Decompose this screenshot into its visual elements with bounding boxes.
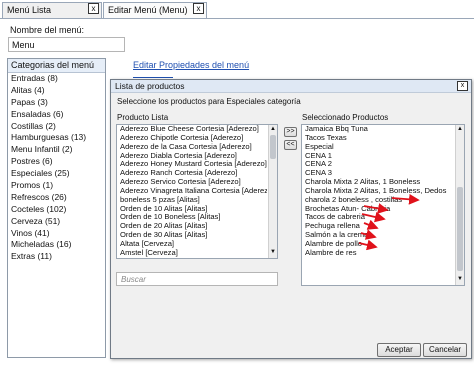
- category-item[interactable]: Ensaladas (6): [8, 109, 105, 121]
- menu-name-label: Nombre del menú:: [10, 25, 85, 35]
- tab-editar-menu-close-icon[interactable]: x: [193, 3, 204, 14]
- category-item[interactable]: Especiales (25): [8, 168, 105, 180]
- tab-menu-lista-close-icon[interactable]: x: [88, 3, 99, 14]
- tab-editar-menu-label: Editar Menú (Menu): [108, 5, 188, 15]
- cancel-button[interactable]: Cancelar: [423, 343, 467, 357]
- category-item[interactable]: Postres (6): [8, 156, 105, 168]
- obscured-link-fragment: [133, 72, 173, 78]
- tab-divider: [0, 18, 474, 19]
- category-item[interactable]: Menu Infantil (2): [8, 144, 105, 156]
- category-item[interactable]: Entradas (8): [8, 73, 105, 85]
- edit-properties-link[interactable]: Editar Propiedades del menú: [133, 60, 249, 70]
- category-item[interactable]: Alitas (4): [8, 85, 105, 97]
- category-item[interactable]: Refrescos (26): [8, 192, 105, 204]
- category-item[interactable]: Vinos (41): [8, 228, 105, 240]
- tab-menu-lista-label: Menú Lista: [7, 5, 52, 15]
- category-item[interactable]: Promos (1): [8, 180, 105, 192]
- tab-editar-menu[interactable]: Editar Menú (Menu): [103, 2, 207, 18]
- product-list-dialog: Lista de productos x Seleccione los prod…: [110, 79, 472, 359]
- category-item[interactable]: Papas (3): [8, 97, 105, 109]
- categories-list: Categorias del menú Entradas (8) Alitas (…: [7, 58, 106, 358]
- arrow-pechuga: [361, 211, 386, 223]
- category-item[interactable]: Cocteles (102): [8, 204, 105, 216]
- categories-items: Entradas (8) Alitas (4) Papas (3) Ensaladas…: [8, 73, 105, 263]
- arrow-tacos-cabreria: [363, 203, 389, 214]
- category-item[interactable]: Hamburguesas (13): [8, 132, 105, 144]
- categories-header: Categorias del menú: [8, 59, 105, 73]
- arrow-alambre-pollo: [360, 229, 377, 240]
- accept-button[interactable]: Aceptar: [377, 343, 421, 357]
- arrow-alambre-res: [358, 239, 378, 251]
- category-item[interactable]: Micheladas (16): [8, 239, 105, 251]
- tab-menu-lista[interactable]: Menú Lista: [2, 2, 102, 18]
- arrow-salmon: [363, 219, 379, 230]
- category-item[interactable]: Cerveza (51): [8, 216, 105, 228]
- annotation-arrows: [358, 193, 420, 251]
- category-item[interactable]: Costillas (2): [8, 121, 105, 133]
- arrow-brochetas: [391, 193, 420, 205]
- category-item[interactable]: Extras (11): [8, 251, 105, 263]
- menu-name-input[interactable]: Menu: [8, 37, 125, 52]
